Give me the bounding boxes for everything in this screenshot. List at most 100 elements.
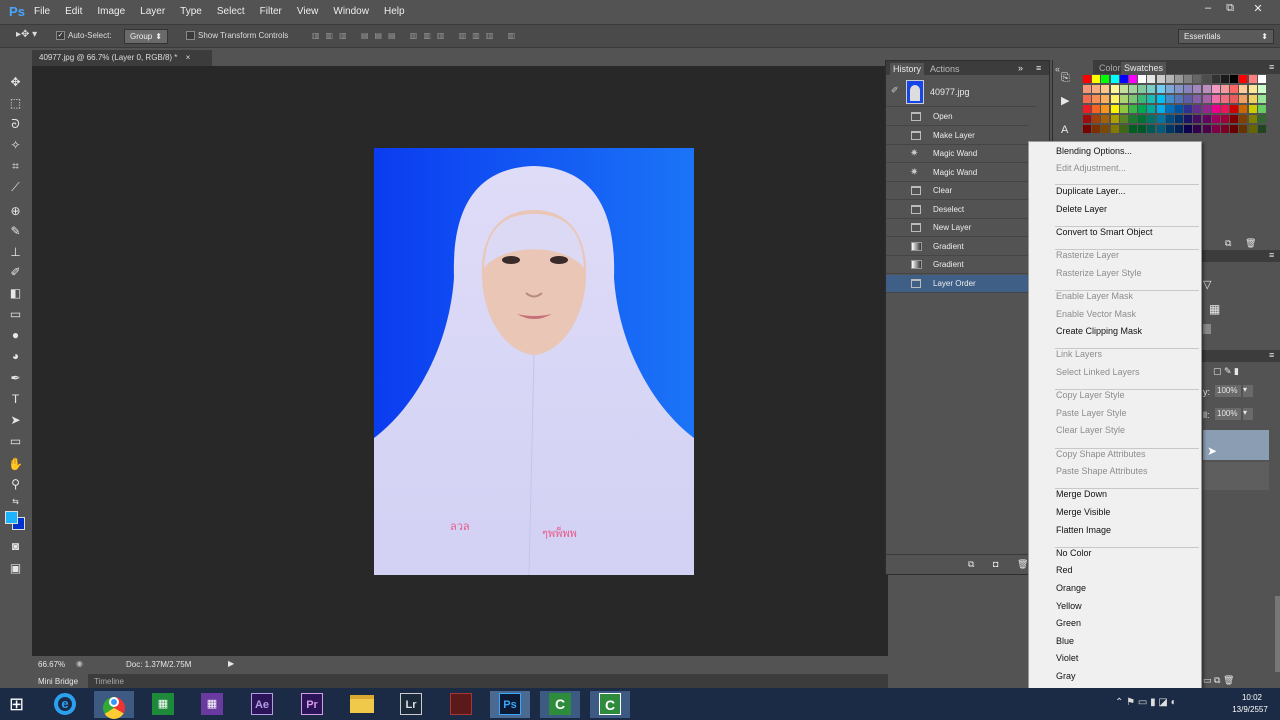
color-swatch[interactable] [1129,95,1137,103]
color-swatch[interactable] [1092,95,1101,103]
crop-tool-icon[interactable]: ⌗ [7,158,24,174]
history-brush-tool-icon[interactable]: ✐ [7,264,24,280]
color-swatch[interactable] [1184,95,1193,103]
history-step[interactable]: Gradient [886,238,1029,256]
tab-actions[interactable]: Actions [930,64,960,74]
trash-icon[interactable]: 🗑 [1017,559,1028,570]
workspace-dropdown[interactable]: Essentials ⬍ [1178,29,1274,44]
color-swatch[interactable] [1083,85,1091,93]
clock-time[interactable]: 10:02 [1232,693,1272,702]
color-swatch[interactable] [1193,125,1202,133]
new-swatch-icon[interactable]: ⧉ [1225,238,1231,249]
color-swatch[interactable] [1119,105,1128,113]
game-icon[interactable] [441,691,481,718]
color-swatch[interactable] [1129,75,1137,83]
context-menu-item[interactable]: Duplicate Layer... [1056,186,1126,196]
color-swatch[interactable] [1257,85,1266,93]
color-swatch[interactable] [1129,115,1137,123]
color-swatch[interactable] [1156,125,1165,133]
auto-select-checkbox[interactable]: ✓ Auto-Select: [56,31,112,41]
color-swatch[interactable] [1110,125,1119,133]
lightroom-icon[interactable]: Lr [391,691,431,718]
context-menu-item[interactable]: Violet [1056,653,1078,663]
move-tool-icon[interactable]: ✥ [7,74,24,90]
adjustment-filter-icon[interactable]: ▽ [1203,278,1211,291]
new-snapshot-icon[interactable]: ◘ [993,559,998,569]
quick-mask-icon[interactable]: ◙ [7,538,24,554]
color-swatch[interactable] [1184,125,1193,133]
auto-select-dropdown[interactable]: Group ⬍ [124,29,168,44]
menu-type[interactable]: Type [180,6,202,17]
history-step[interactable]: ✷ Magic Wand [886,145,1029,163]
menu-image[interactable]: Image [97,6,125,17]
color-swatch[interactable] [1165,105,1174,113]
actions-panel-icon[interactable]: ▶ [1061,94,1069,107]
menu-edit[interactable]: Edit [65,6,82,17]
menu-help[interactable]: Help [384,6,405,17]
color-swatch[interactable] [1202,125,1211,133]
color-swatch[interactable] [1165,75,1174,83]
eyedropper-tool-icon[interactable]: ⟋ [7,179,24,195]
color-swatch[interactable] [1147,115,1156,123]
color-swatch[interactable] [1101,115,1110,123]
color-swatch[interactable] [1239,85,1248,93]
color-swatch[interactable] [1193,75,1202,83]
color-swatch[interactable] [1129,125,1137,133]
color-swatch[interactable] [1211,95,1220,103]
color-swatch[interactable] [1147,125,1156,133]
color-swatch[interactable] [1129,105,1137,113]
history-step[interactable]: Gradient [886,256,1029,274]
opacity-dropdown-icon[interactable]: ▾ [1243,385,1253,397]
color-swatch[interactable] [1092,85,1101,93]
camtasia-recorder-icon[interactable]: C [590,691,630,718]
color-swatch[interactable] [1221,115,1229,123]
color-swatch[interactable] [1147,105,1156,113]
clone-stamp-tool-icon[interactable]: ⊥ [7,244,24,260]
context-menu-item[interactable]: Blending Options... [1056,146,1132,156]
tab-history[interactable]: History [890,63,925,75]
history-step[interactable]: Open [886,108,1029,126]
context-menu-item[interactable]: Red [1056,565,1073,575]
photoshop-icon[interactable]: Ps [490,691,530,718]
hand-tool-icon[interactable]: ✋ [7,456,24,472]
color-swatch[interactable] [1211,85,1220,93]
context-menu-item[interactable]: Orange [1056,583,1086,593]
color-swatch[interactable] [1248,85,1257,93]
context-menu-item[interactable]: Convert to Smart Object [1056,227,1153,237]
color-swatch[interactable] [1202,75,1211,83]
color-swatch[interactable] [1092,125,1101,133]
color-swatch[interactable] [1165,85,1174,93]
color-swatch[interactable] [1175,105,1183,113]
document-tab[interactable]: 40977.jpg @ 66.7% (Layer 0, RGB/8) * × [32,50,212,66]
panel-menu-icon[interactable]: ≡ [1269,62,1274,72]
color-swatch[interactable] [1221,85,1229,93]
color-swatch[interactable] [1119,115,1128,123]
color-swatch[interactable] [1110,75,1119,83]
character-panel-icon[interactable]: A [1061,124,1068,136]
color-swatch[interactable] [1257,75,1266,83]
color-swatch[interactable] [1239,75,1248,83]
context-menu-item[interactable]: Merge Down [1056,489,1107,499]
color-swatch[interactable] [1193,115,1202,123]
color-swatch[interactable] [1138,115,1147,123]
history-panel-icon[interactable]: ⎘ [1061,72,1070,85]
menu-layer[interactable]: Layer [140,6,165,17]
menu-view[interactable]: View [297,6,319,17]
color-swatch[interactable] [1138,105,1147,113]
color-swatch[interactable] [1110,105,1119,113]
color-swatch[interactable] [1184,85,1193,93]
color-swatch[interactable] [1092,105,1101,113]
premiere-icon[interactable]: Pr [292,691,332,718]
color-swatch[interactable] [1202,85,1211,93]
color-swatch[interactable] [1101,85,1110,93]
color-swatch[interactable] [1175,75,1183,83]
color-swatch[interactable] [1184,115,1193,123]
history-step[interactable]: ✷ Magic Wand [886,164,1029,182]
document-image[interactable]: ลวล ๆพพ็พพ [374,148,694,575]
color-swatch[interactable] [1138,125,1147,133]
status-menu-arrow-icon[interactable]: ▶ [228,659,234,668]
context-menu-item[interactable]: Delete Layer [1056,204,1107,214]
color-swatch[interactable] [1147,85,1156,93]
context-menu-item[interactable]: Gray [1056,671,1076,681]
context-menu-item[interactable]: Green [1056,618,1081,628]
